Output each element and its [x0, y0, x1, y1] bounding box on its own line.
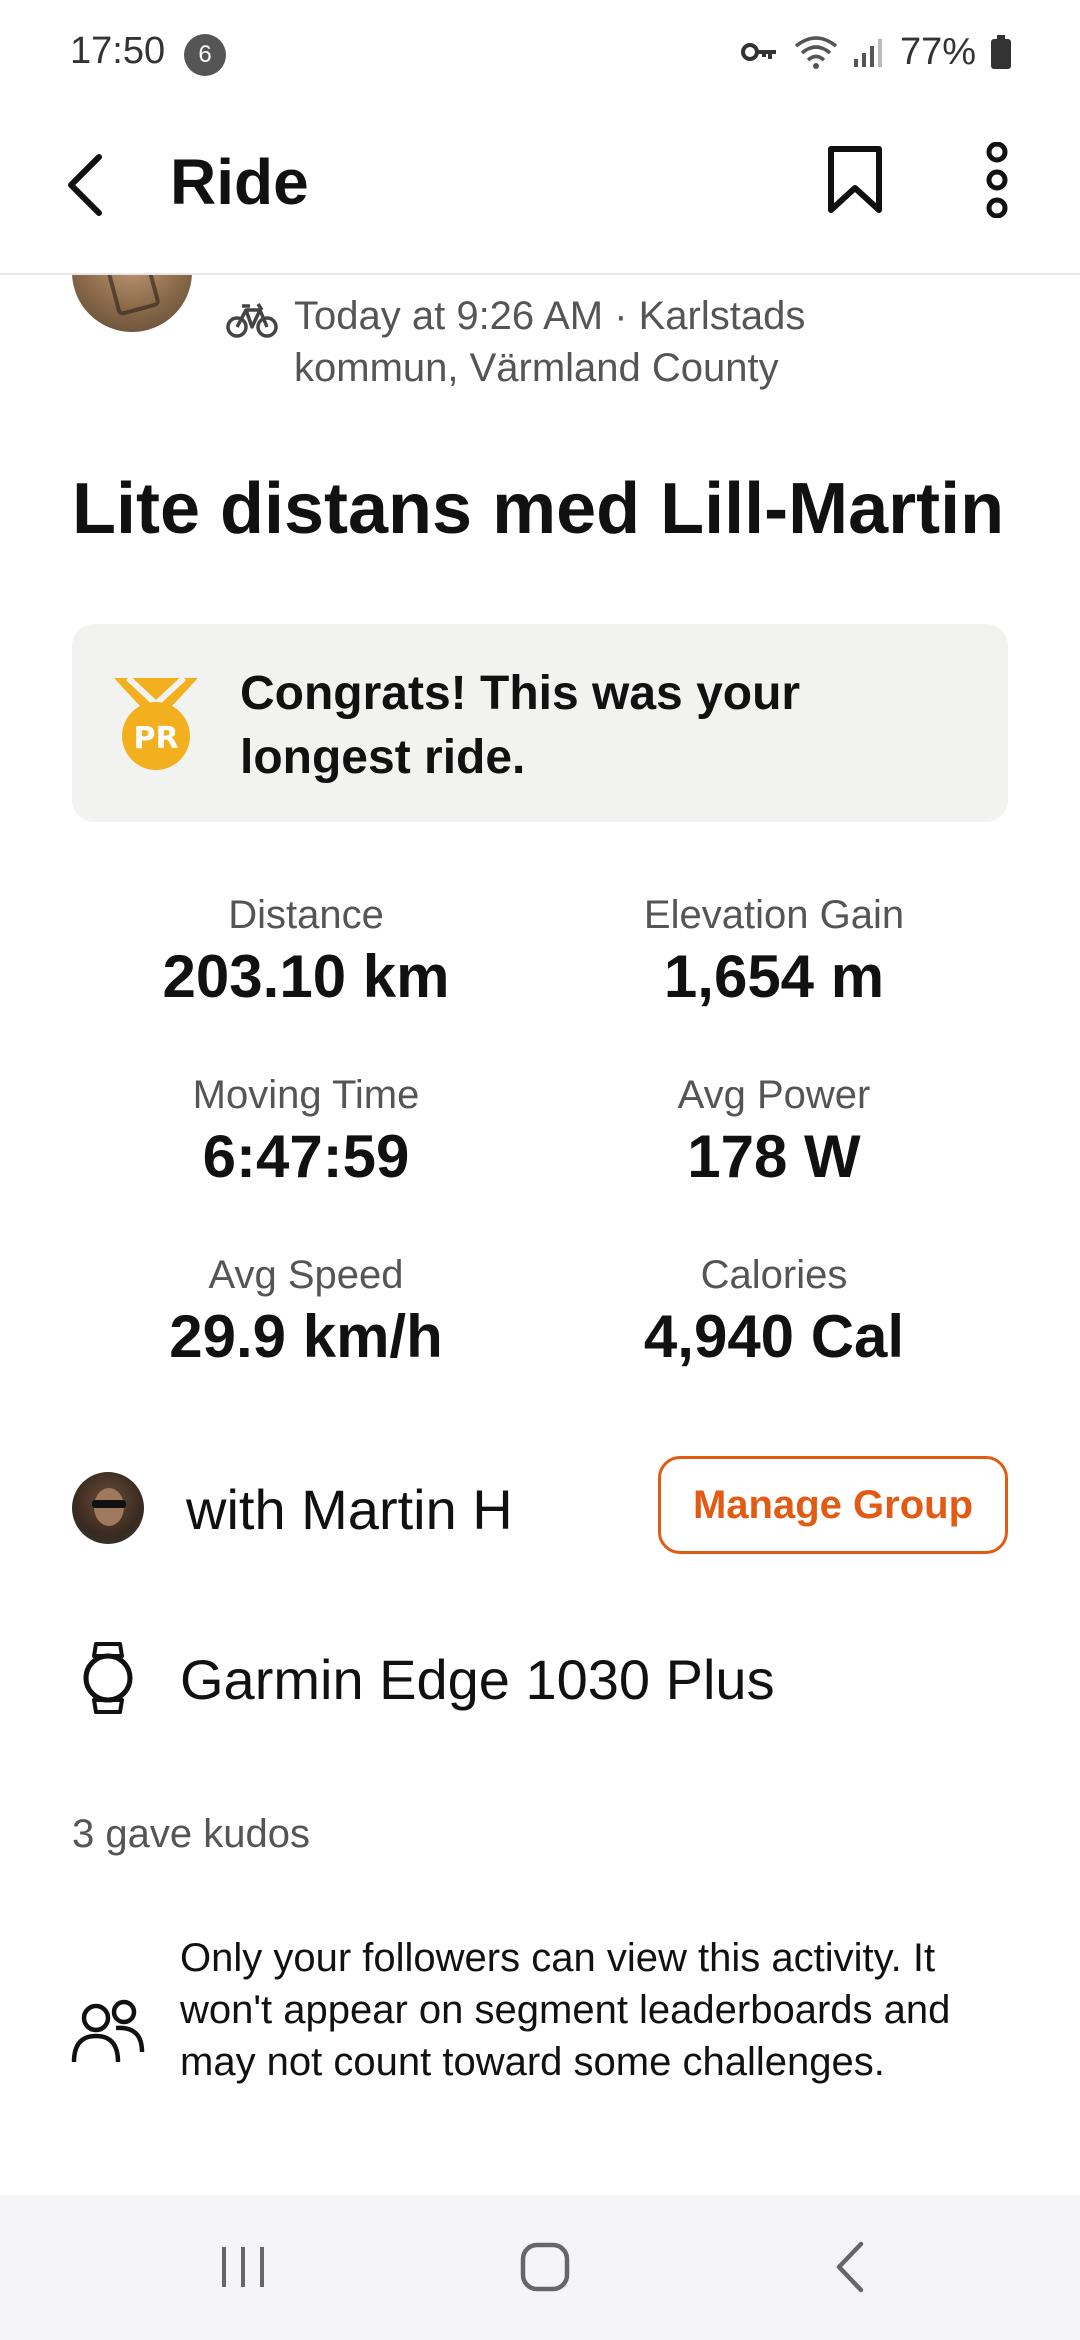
system-nav-bar	[0, 2195, 1080, 2340]
device-name: Garmin Edge 1030 Plus	[180, 1648, 775, 1711]
system-back-icon	[836, 2241, 864, 2293]
stat-label: Elevation Gain	[643, 893, 905, 937]
pr-medal-icon: PR	[114, 675, 198, 770]
battery-icon	[991, 35, 1011, 69]
recent-apps-button[interactable]	[198, 2231, 288, 2303]
group-member-avatar[interactable]	[72, 1472, 144, 1544]
system-back-button[interactable]	[805, 2231, 895, 2303]
back-arrow-icon	[68, 154, 102, 216]
stat-label: Distance	[228, 893, 384, 937]
stat-calories: Calories 4,940 Cal	[540, 1250, 1008, 1374]
bookmark-button[interactable]	[820, 140, 890, 220]
notification-count-badge: 6	[184, 34, 226, 76]
stat-label: Avg Speed	[208, 1253, 404, 1297]
avatar-glasses	[92, 1500, 126, 1508]
stat-label: Avg Power	[677, 1073, 871, 1117]
stat-value: 29.9 km/h	[169, 1303, 443, 1370]
status-time: 17:50	[70, 30, 166, 72]
stat-avg-power: Avg Power 178 W	[540, 1070, 1008, 1194]
stat-label: Calories	[700, 1253, 848, 1297]
followers-icon	[71, 1999, 145, 2063]
page-title: Ride	[170, 146, 309, 218]
signal-icon	[853, 39, 882, 67]
stat-value: 178 W	[687, 1123, 861, 1190]
more-options-button[interactable]	[962, 140, 1032, 220]
stat-distance: Distance 203.10 km	[72, 890, 540, 1014]
activity-title: Lite distans med Lill-Martin	[72, 469, 1005, 549]
stat-label: Moving Time	[192, 1073, 420, 1117]
status-bar: 17:50 6 77%	[0, 0, 1080, 105]
group-with-text[interactable]: with Martin H	[186, 1477, 513, 1542]
svg-text:PR: PR	[133, 721, 178, 756]
stat-avg-speed: Avg Speed 29.9 km/h	[72, 1250, 540, 1374]
home-icon	[520, 2242, 570, 2292]
status-icons: 77%	[740, 28, 1012, 76]
stat-value: 203.10 km	[162, 943, 450, 1010]
pr-banner[interactable]: PR Congrats! This was your longest ride.	[72, 624, 1008, 822]
more-vertical-icon	[986, 142, 1008, 218]
bike-icon	[226, 303, 278, 338]
back-button[interactable]	[55, 145, 115, 225]
stat-value: 6:47:59	[202, 1123, 410, 1190]
recent-apps-icon	[222, 2247, 264, 2287]
vpn-key-icon	[740, 43, 776, 61]
stat-elevation-gain: Elevation Gain 1,654 m	[540, 890, 1008, 1014]
battery-percent: 77%	[899, 30, 976, 73]
home-button[interactable]	[500, 2231, 590, 2303]
stat-value: 4,940 Cal	[643, 1303, 905, 1370]
manage-group-button[interactable]: Manage Group	[658, 1456, 1008, 1554]
pr-message: Congrats! This was your longest ride.	[240, 667, 801, 784]
wifi-icon	[794, 36, 838, 69]
stat-value: 1,654 m	[663, 943, 885, 1010]
bookmark-icon	[828, 146, 882, 213]
privacy-note: Only your followers can view this activi…	[180, 1936, 951, 2084]
watch-icon	[83, 1642, 133, 1714]
activity-meta: Today at 9:26 AM · Karlstads kommun, Vär…	[294, 294, 806, 390]
app-bar: Ride	[0, 105, 1080, 275]
stat-moving-time: Moving Time 6:47:59	[72, 1070, 540, 1194]
kudos-count[interactable]: 3 gave kudos	[72, 1812, 310, 1857]
